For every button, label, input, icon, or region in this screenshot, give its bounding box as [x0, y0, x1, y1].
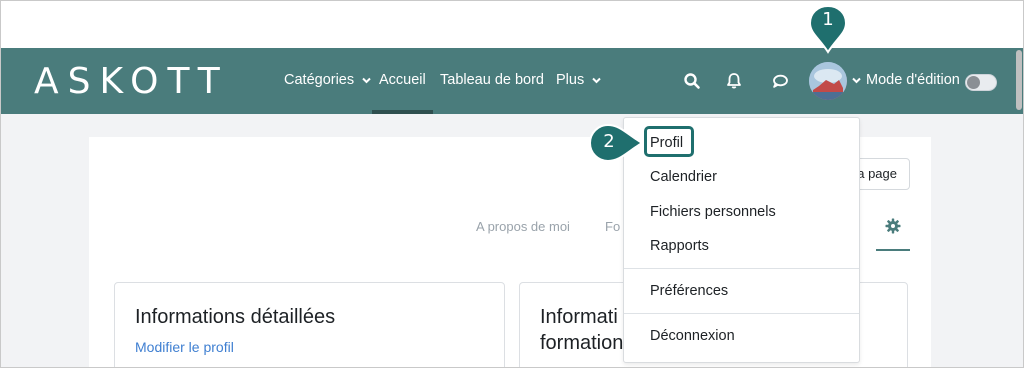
edit-mode-label: Mode d'édition [866, 72, 960, 88]
menu-item-rapports[interactable]: Rapports [650, 238, 709, 254]
menu-item-fichiers-personnels[interactable]: Fichiers personnels [650, 204, 776, 220]
brand-logo[interactable]: ASKOTT [34, 62, 229, 102]
avatar-image [809, 62, 847, 100]
scrollbar[interactable] [1015, 48, 1023, 114]
callout-number-1: 1 [822, 9, 834, 30]
nav-item-label: Catégories [284, 72, 355, 88]
tab-forum[interactable]: Fo [605, 219, 620, 234]
card-title: Informations détaillées [135, 306, 336, 328]
toggle-knob [967, 76, 980, 89]
chat-icon[interactable] [771, 72, 789, 90]
menu-item-calendrier[interactable]: Calendrier [650, 169, 717, 185]
nav-item-accueil[interactable]: Accueil [379, 70, 426, 90]
bell-icon[interactable] [725, 72, 743, 90]
search-icon[interactable] [683, 72, 701, 90]
tab-settings[interactable] [876, 209, 910, 251]
nav-item-tableau-de-bord[interactable]: Tableau de bord [440, 70, 544, 90]
menu-divider [624, 268, 859, 269]
menu-item-preferences[interactable]: Préférences [650, 283, 728, 299]
profil-highlight-box [644, 126, 694, 157]
top-navbar: ASKOTT Catégories Accueil Tableau de bor… [1, 48, 1023, 114]
card-title-line2: formation [540, 332, 624, 354]
user-avatar[interactable] [809, 62, 847, 100]
screenshot-frame: ASKOTT Catégories Accueil Tableau de bor… [0, 0, 1024, 368]
gear-icon [885, 218, 901, 234]
chevron-down-icon[interactable] [852, 77, 861, 84]
nav-item-label: Tableau de bord [440, 72, 544, 88]
menu-item-deconnexion[interactable]: Déconnexion [650, 328, 735, 344]
edit-profile-link[interactable]: Modifier le profil [135, 339, 234, 355]
card-informations-detaillees: Informations détaillées Modifier le prof… [114, 282, 505, 367]
chevron-down-icon [592, 77, 601, 84]
edit-mode-toggle[interactable] [965, 74, 997, 91]
tab-a-propos[interactable]: A propos de moi [476, 219, 570, 234]
nav-item-categories[interactable]: Catégories [284, 70, 371, 90]
callout-number-2: 2 [603, 131, 615, 152]
scrollbar-thumb[interactable] [1016, 50, 1022, 110]
card-title: Informati [540, 306, 618, 328]
nav-item-plus[interactable]: Plus [556, 70, 601, 90]
nav-item-label: Plus [556, 72, 585, 88]
nav-item-label: Accueil [379, 72, 426, 88]
chevron-down-icon [362, 77, 371, 84]
menu-divider [624, 313, 859, 314]
